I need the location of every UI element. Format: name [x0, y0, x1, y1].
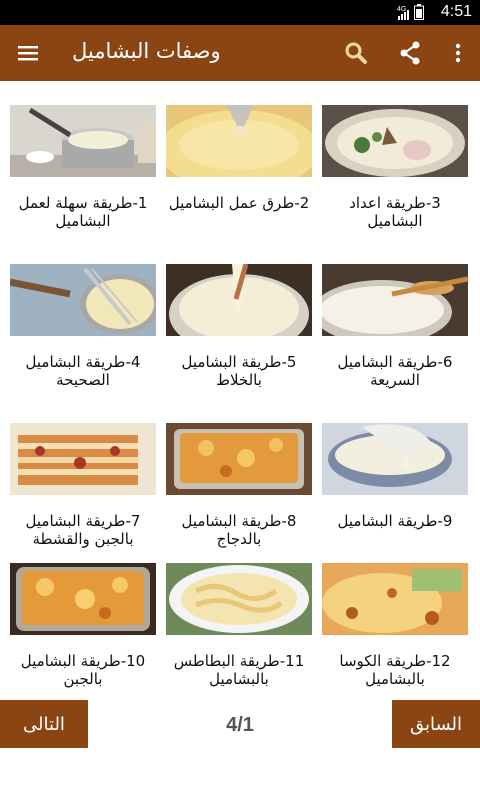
recipe-card-2[interactable]: 2-طرق عمل البشاميل — [166, 81, 312, 231]
recipe-card-7[interactable]: 7-طريقة البشاميل بالجبن والقشطة — [10, 399, 156, 549]
recipe-image-zucchini-bechamel — [322, 563, 468, 635]
recipe-card-1[interactable]: 1-طريقة سهلة لعمل البشاميل — [10, 81, 156, 231]
recipe-grid: 1-طريقة سهلة لعمل البشاميل 2-طرق عمل الب… — [0, 81, 480, 700]
recipe-image-lasagna-slice — [10, 423, 156, 495]
more-vert-icon — [455, 43, 461, 63]
recipe-image-cheese-casserole — [10, 563, 156, 635]
recipe-card-12[interactable]: 12-طريقة الكوسا بالبشاميل — [322, 539, 468, 689]
share-button[interactable] — [386, 25, 434, 81]
overflow-menu-button[interactable] — [434, 25, 480, 81]
recipe-title: 10-طريقة البشاميل بالجبن — [20, 652, 146, 688]
recipe-card-11[interactable]: 11-طريقة البطاطس بالبشاميل — [166, 539, 312, 689]
recipe-card-4[interactable]: 4-طريقة البشاميل الصحيحة — [10, 240, 156, 390]
svg-text:4G: 4G — [397, 6, 406, 13]
share-icon — [400, 41, 420, 65]
recipe-title: 6-طريقة البشاميل السريعة — [337, 353, 453, 389]
hamburger-menu-icon — [18, 46, 38, 61]
recipe-title: 9-طريقة البشاميل — [337, 512, 453, 530]
page-indicator: 4/1 — [226, 714, 254, 736]
recipe-image-pan-with-herbs — [322, 105, 468, 177]
recipe-card-6[interactable]: 6-طريقة البشاميل السريعة — [322, 240, 468, 390]
status-time: 4:51 — [440, 3, 472, 20]
recipe-title: 1-طريقة سهلة لعمل البشاميل — [18, 194, 148, 230]
network-4g-icon: 4G — [397, 6, 409, 20]
recipe-image-baked-casserole — [166, 423, 312, 495]
recipe-image-potato-gratin — [166, 563, 312, 635]
recipe-image-pot-of-sauce — [10, 105, 156, 177]
recipe-card-8[interactable]: 8-طريقة البشاميل بالدجاج — [166, 399, 312, 549]
recipe-title: 11-طريقة البطاطس بالبشاميل — [173, 652, 305, 688]
recipe-card-3[interactable]: 3-طريقة اعداد البشاميل — [322, 81, 468, 231]
pagination-bar: التالى 4/1 السابق — [0, 700, 480, 800]
search-icon — [345, 42, 367, 64]
recipe-card-10[interactable]: 10-طريقة البشاميل بالجبن — [10, 539, 156, 689]
previous-button[interactable]: السابق — [392, 700, 480, 748]
recipe-title: 12-طريقة الكوسا بالبشاميل — [339, 652, 451, 688]
recipe-title: 2-طرق عمل البشاميل — [168, 194, 310, 212]
recipe-image-sauce-in-pan — [166, 105, 312, 177]
app-bar: وصفات البشاميل — [0, 25, 480, 81]
recipe-title: 3-طريقة اعداد البشاميل — [349, 194, 441, 230]
battery-icon — [414, 4, 424, 20]
recipe-image-sauce-bowl-spoon — [322, 264, 468, 336]
status-bar: 4G 4:51 — [0, 0, 480, 25]
recipe-image-sauce-pouring — [166, 264, 312, 336]
recipe-image-pan-with-whisk — [10, 264, 156, 336]
search-button[interactable] — [332, 25, 380, 81]
next-button[interactable]: التالى — [0, 700, 88, 748]
recipe-card-9[interactable]: 9-طريقة البشاميل — [322, 399, 468, 549]
menu-button[interactable] — [4, 25, 52, 81]
recipe-title: 5-طريقة البشاميل بالخلاط — [181, 353, 297, 389]
recipe-title: 4-طريقة البشاميل الصحيحة — [25, 353, 141, 389]
app-title: وصفات البشاميل — [72, 39, 221, 63]
status-icons: 4G — [397, 4, 424, 20]
recipe-card-5[interactable]: 5-طريقة البشاميل بالخلاط — [166, 240, 312, 390]
recipe-image-bowl-of-sauce — [322, 423, 468, 495]
